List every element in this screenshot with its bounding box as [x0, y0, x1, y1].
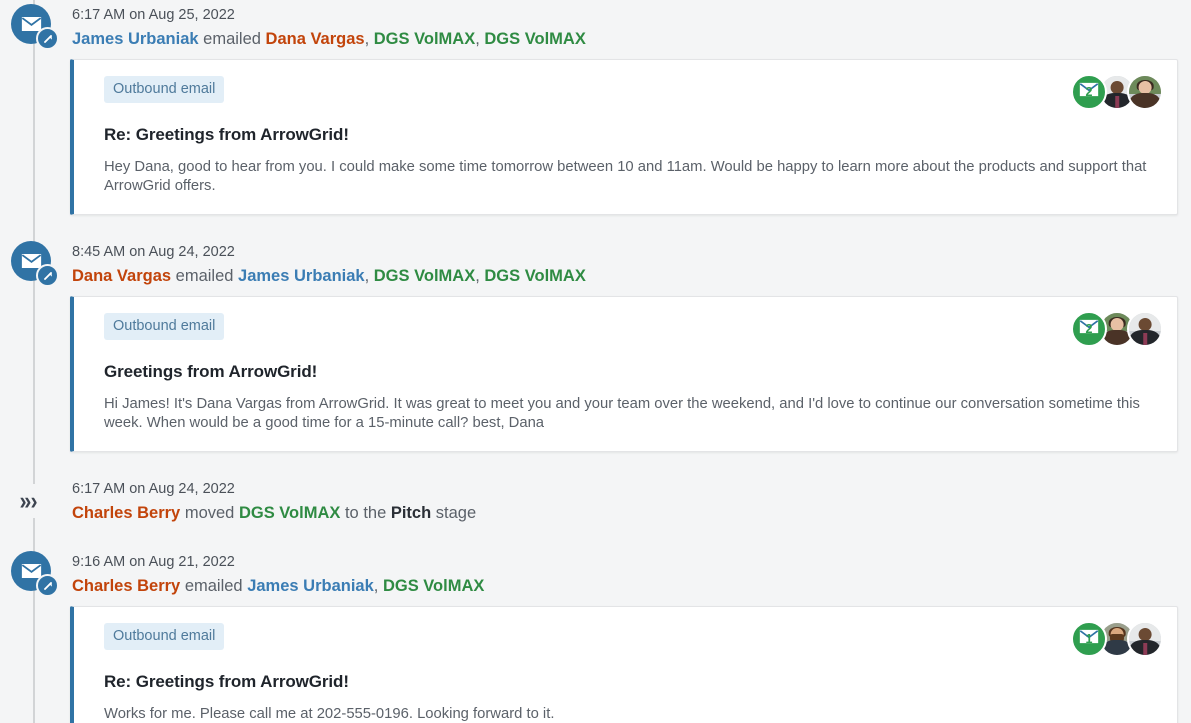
- card-top-row: Outbound email 1: [104, 621, 1163, 657]
- event-timestamp: 9:16 AM on Aug 21, 2022: [72, 554, 235, 570]
- email-type-badge: Outbound email: [104, 76, 225, 103]
- email-card[interactable]: Outbound email 2 Greetings from ArrowGrid!…: [70, 296, 1178, 452]
- event-verb: emailed: [171, 267, 239, 285]
- recipient-link[interactable]: DGS VolMAX: [383, 577, 484, 595]
- outbound-arrow-icon: [36, 264, 59, 287]
- recipient-link[interactable]: James Urbaniak: [247, 577, 374, 595]
- avatar[interactable]: [1127, 74, 1163, 110]
- email-count-badge[interactable]: 2: [1071, 311, 1107, 347]
- email-count-badge[interactable]: 1: [1071, 621, 1107, 657]
- actor-link[interactable]: Charles Berry: [72, 504, 180, 522]
- outbound-arrow-icon: [36, 574, 59, 597]
- event-header: 6:17 AM on Aug 25, 2022 James Urbaniak em…: [0, 4, 1191, 51]
- recipient-link[interactable]: James Urbaniak: [238, 267, 365, 285]
- outbound-arrow-icon: [36, 27, 59, 50]
- email-event-icon: [11, 551, 59, 597]
- event-description: Charles Berry emailed James Urbaniak, DG…: [72, 572, 1191, 598]
- email-subject: Re: Greetings from ArrowGrid!: [104, 672, 349, 691]
- event-header: 8:45 AM on Aug 24, 2022 Dana Vargas email…: [0, 241, 1191, 288]
- event-verb: emailed: [198, 30, 266, 48]
- email-count-value: 1: [1085, 632, 1093, 647]
- email-body: Hey Dana, good to hear from you. I could…: [104, 159, 1147, 194]
- event-header: 9:16 AM on Aug 21, 2022 Charles Berry ema…: [0, 551, 1191, 598]
- actor-link[interactable]: Charles Berry: [72, 577, 180, 595]
- separator: ,: [364, 30, 374, 48]
- event-description: Charles Berry moved DGS VolMAX to the Pi…: [72, 499, 1191, 525]
- separator: ,: [373, 577, 383, 595]
- email-card[interactable]: Outbound email 1 Re: Greetings from ArrowG…: [70, 606, 1178, 723]
- email-event-icon: [11, 241, 59, 287]
- event-timestamp: 6:17 AM on Aug 24, 2022: [72, 481, 235, 497]
- email-type-badge: Outbound email: [104, 313, 225, 340]
- email-card[interactable]: Outbound email 2 Re: Greetings from ArrowG…: [70, 59, 1178, 215]
- participant-avatars[interactable]: 2: [1071, 311, 1163, 347]
- activity-timeline: 6:17 AM on Aug 25, 2022 James Urbaniak em…: [0, 0, 1191, 723]
- email-subject: Greetings from ArrowGrid!: [104, 362, 318, 381]
- separator: ,: [364, 267, 374, 285]
- card-top-row: Outbound email 2: [104, 74, 1163, 110]
- deal-link[interactable]: DGS VolMAX: [239, 504, 340, 522]
- avatar[interactable]: [1127, 621, 1163, 657]
- participant-avatars[interactable]: 2: [1071, 74, 1163, 110]
- chevrons-right-icon: »›: [18, 484, 52, 518]
- email-count-value: 2: [1085, 85, 1093, 100]
- event-description: James Urbaniak emailed Dana Vargas, DGS …: [72, 25, 1191, 51]
- participant-avatars[interactable]: 1: [1071, 621, 1163, 657]
- email-subject: Re: Greetings from ArrowGrid!: [104, 125, 349, 144]
- recipient-link[interactable]: DGS VolMAX: [374, 267, 475, 285]
- timeline-event: 6:17 AM on Aug 25, 2022 James Urbaniak em…: [0, 0, 1191, 215]
- event-suffix-text: stage: [431, 504, 477, 522]
- event-verb: emailed: [180, 577, 248, 595]
- event-description: Dana Vargas emailed James Urbaniak, DGS …: [72, 262, 1191, 288]
- actor-link[interactable]: James Urbaniak: [72, 30, 199, 48]
- email-body: Works for me. Please call me at 202-555-…: [104, 706, 555, 722]
- card-top-row: Outbound email 2: [104, 311, 1163, 347]
- event-header: 6:17 AM on Aug 24, 2022 Charles Berry mov…: [0, 478, 1191, 525]
- actor-link[interactable]: Dana Vargas: [72, 267, 171, 285]
- recipient-link[interactable]: DGS VolMAX: [484, 267, 585, 285]
- event-timestamp: 6:17 AM on Aug 25, 2022: [72, 7, 235, 23]
- recipient-link[interactable]: DGS VolMAX: [374, 30, 475, 48]
- timeline-event: »› 6:17 AM on Aug 24, 2022 Charles Berry m…: [0, 452, 1191, 525]
- event-timestamp: 8:45 AM on Aug 24, 2022: [72, 244, 235, 260]
- email-count-badge[interactable]: 2: [1071, 74, 1107, 110]
- email-body: Hi James! It's Dana Vargas from ArrowGri…: [104, 396, 1140, 431]
- avatar[interactable]: [1127, 311, 1163, 347]
- stage-name: Pitch: [390, 504, 432, 522]
- timeline-event: 9:16 AM on Aug 21, 2022 Charles Berry ema…: [0, 525, 1191, 723]
- event-verb: moved: [180, 504, 239, 522]
- separator: ,: [475, 267, 485, 285]
- separator: ,: [475, 30, 485, 48]
- email-event-icon: [11, 4, 59, 50]
- event-middle-text: to the: [340, 504, 391, 522]
- recipient-link[interactable]: Dana Vargas: [266, 30, 365, 48]
- email-count-value: 2: [1085, 322, 1093, 337]
- email-type-badge: Outbound email: [104, 623, 225, 650]
- recipient-link[interactable]: DGS VolMAX: [484, 30, 585, 48]
- timeline-event: 8:45 AM on Aug 24, 2022 Dana Vargas email…: [0, 215, 1191, 452]
